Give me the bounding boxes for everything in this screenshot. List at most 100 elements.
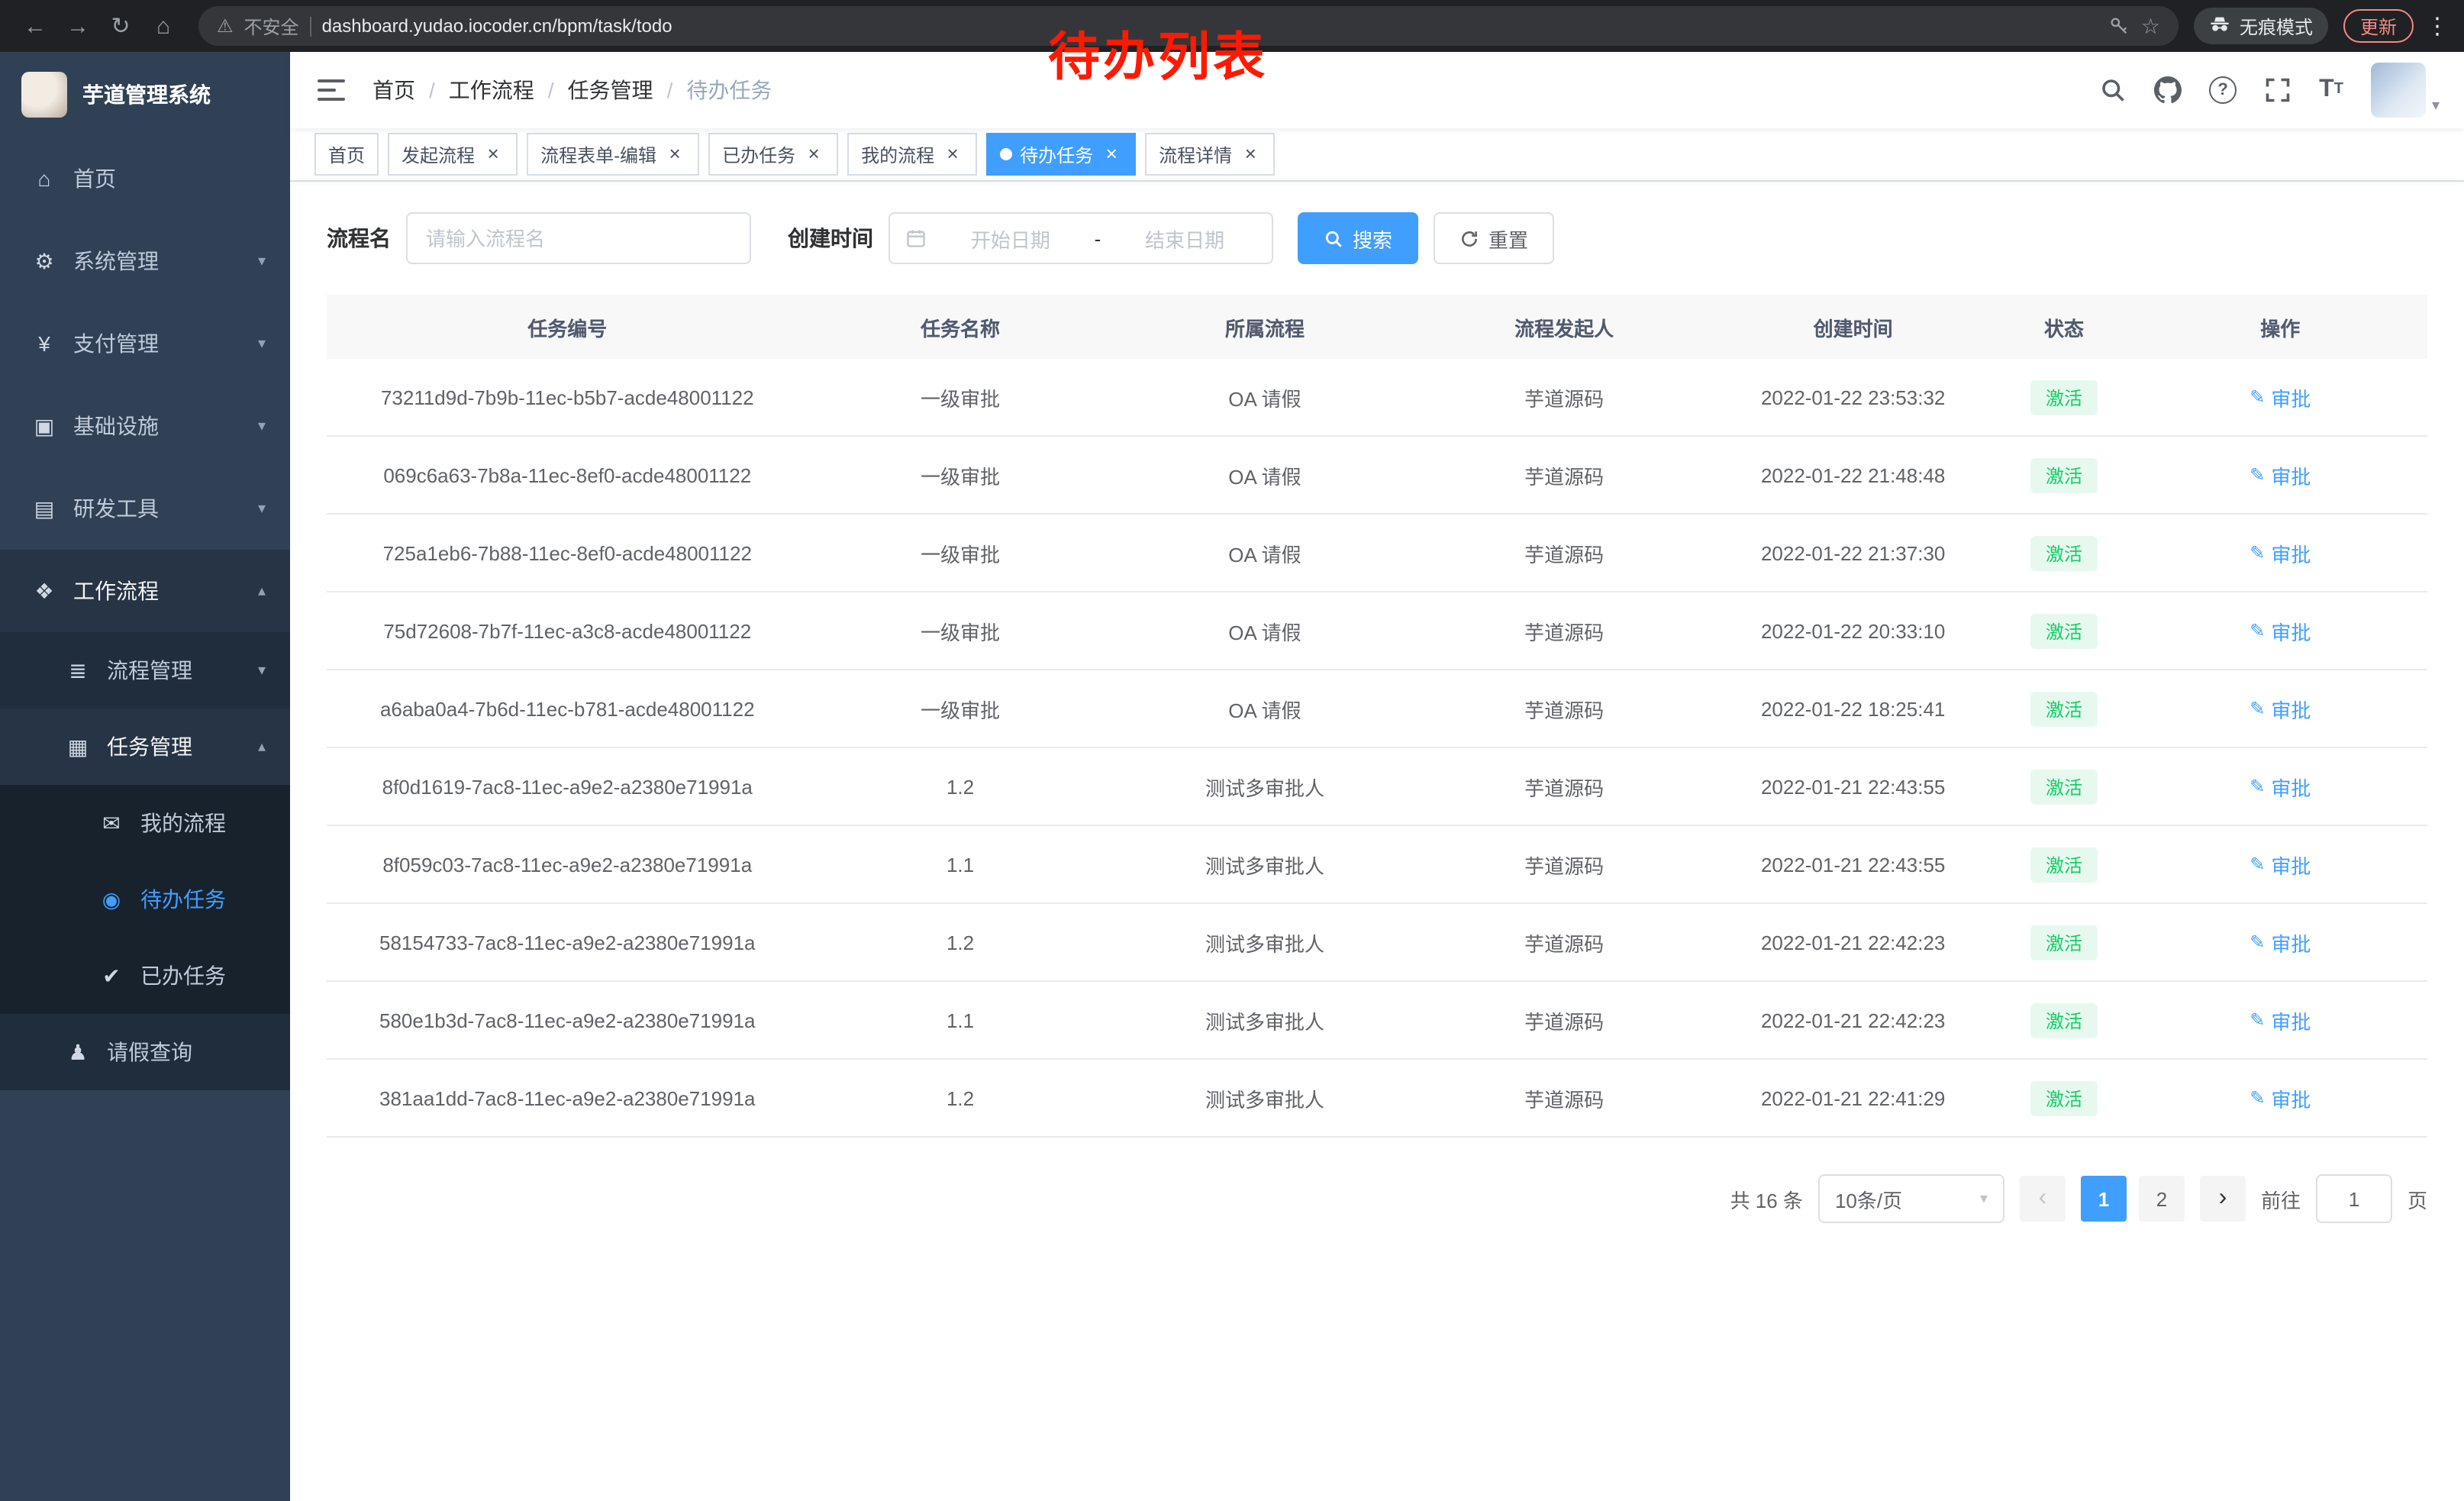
- browser-menu-icon[interactable]: ⋮: [2426, 12, 2449, 40]
- search-button[interactable]: 搜索: [1298, 212, 1418, 264]
- cell-name: 一级审批: [808, 359, 1113, 436]
- edit-icon: ✎: [2250, 698, 2265, 719]
- close-icon[interactable]: ×: [1101, 144, 1122, 165]
- sidebar-item-label: 已办任务: [140, 960, 226, 991]
- approve-link[interactable]: ✎审批: [2250, 850, 2311, 879]
- edit-icon: ✎: [2250, 776, 2265, 797]
- breadcrumb-separator: /: [667, 78, 673, 102]
- cell-time: 2022-01-22 21:37:30: [1711, 514, 1995, 592]
- approve-link[interactable]: ✎审批: [2250, 772, 2311, 801]
- hamburger-icon[interactable]: [314, 73, 348, 107]
- view-tab[interactable]: 流程详情×: [1145, 133, 1275, 176]
- back-icon[interactable]: ←: [15, 6, 55, 46]
- next-page-button[interactable]: ›: [2200, 1176, 2246, 1222]
- sidebar-item-system[interactable]: ⚙系统管理▾: [0, 220, 290, 302]
- home-icon[interactable]: ⌂: [144, 6, 183, 46]
- avatar-image: [2371, 63, 2426, 118]
- edit-icon: ✎: [2250, 386, 2265, 408]
- tags-view: 首页发起流程×流程表单-编辑×已办任务×我的流程×待办任务×流程详情×: [290, 128, 2464, 182]
- bookmark-star-icon[interactable]: ☆: [2141, 13, 2160, 39]
- close-icon[interactable]: ×: [942, 144, 963, 165]
- cell-name: 1.2: [808, 903, 1113, 981]
- approve-link[interactable]: ✎审批: [2250, 694, 2311, 723]
- approve-link[interactable]: ✎审批: [2250, 616, 2311, 645]
- cell-starter: 芋道源码: [1417, 359, 1711, 436]
- page-content: 流程名 创建时间 开始日期 - 结束日期 搜索: [290, 182, 2464, 1501]
- github-icon[interactable]: [2154, 76, 2182, 104]
- status-badge: 激活: [2030, 379, 2098, 415]
- table-row: 725a1eb6-7b88-11ec-8ef0-acde48001122一级审批…: [327, 514, 2427, 592]
- approve-link[interactable]: ✎审批: [2250, 383, 2311, 412]
- app-logo[interactable]: 芋道管理系统: [0, 52, 290, 137]
- cell-status: 激活: [1995, 436, 2133, 514]
- breadcrumb-item: 待办任务: [686, 75, 772, 105]
- sidebar-item-process-manage[interactable]: ≣流程管理▾: [0, 632, 290, 709]
- approve-link[interactable]: ✎审批: [2250, 1083, 2311, 1112]
- page-size-select[interactable]: 10条/页 ▾: [1818, 1174, 2004, 1223]
- view-tab[interactable]: 我的流程×: [847, 133, 977, 176]
- tab-label: 发起流程: [402, 141, 475, 167]
- close-icon[interactable]: ×: [1240, 144, 1261, 165]
- prev-page-button[interactable]: ‹: [2020, 1176, 2066, 1222]
- sidebar-item-devtools[interactable]: ▤研发工具▾: [0, 467, 290, 550]
- sidebar-item-leave-query[interactable]: ♟请假查询: [0, 1014, 290, 1090]
- date-range-picker[interactable]: 开始日期 - 结束日期: [889, 212, 1273, 264]
- view-tab[interactable]: 流程表单-编辑×: [527, 133, 699, 176]
- reset-button[interactable]: 重置: [1434, 212, 1554, 264]
- cell-time: 2022-01-22 20:33:10: [1711, 592, 1995, 670]
- update-button[interactable]: 更新: [2343, 9, 2414, 43]
- approve-link[interactable]: ✎审批: [2250, 460, 2311, 489]
- cell-starter: 芋道源码: [1417, 747, 1711, 825]
- fullscreen-icon[interactable]: [2264, 76, 2291, 104]
- key-icon[interactable]: [2109, 15, 2130, 37]
- cell-action: ✎审批: [2133, 592, 2427, 670]
- view-tab[interactable]: 发起流程 ×: [388, 133, 518, 176]
- page-number-1[interactable]: 1: [2081, 1176, 2127, 1222]
- table-row: 73211d9d-7b9b-11ec-b5b7-acde48001122一级审批…: [327, 359, 2427, 436]
- close-icon[interactable]: ×: [664, 144, 685, 165]
- date-separator: -: [1095, 227, 1101, 250]
- reload-icon[interactable]: ↻: [101, 6, 140, 46]
- sidebar-item-my-process[interactable]: ✉我的流程: [0, 785, 290, 861]
- breadcrumb-item[interactable]: 首页: [373, 75, 415, 105]
- process-name-input[interactable]: [406, 212, 751, 264]
- sidebar-item-infrastructure[interactable]: ▣基础设施▾: [0, 385, 290, 467]
- breadcrumb-item[interactable]: 任务管理: [568, 75, 653, 105]
- cell-name: 1.2: [808, 1059, 1113, 1137]
- view-tab[interactable]: 首页: [314, 133, 379, 176]
- chevron-down-icon: ▾: [258, 418, 290, 434]
- approve-link[interactable]: ✎审批: [2250, 1006, 2311, 1035]
- sidebar-item-payment[interactable]: ¥支付管理▾: [0, 302, 290, 385]
- approve-link[interactable]: ✎审批: [2250, 538, 2311, 567]
- filter-bar: 流程名 创建时间 开始日期 - 结束日期 搜索: [327, 212, 2427, 264]
- forward-icon[interactable]: →: [58, 6, 98, 46]
- close-icon[interactable]: ×: [803, 144, 824, 165]
- app-title: 芋道管理系统: [82, 79, 211, 110]
- cell-id: 75d72608-7b7f-11ec-a3c8-acde48001122: [327, 592, 808, 670]
- sidebar-item-todo-task[interactable]: ◉待办任务: [0, 861, 290, 938]
- yen-icon: ¥: [31, 331, 58, 356]
- sidebar-item-done-task[interactable]: ✔已办任务: [0, 938, 290, 1014]
- goto-page-input[interactable]: [2316, 1174, 2392, 1223]
- status-badge: 激活: [2030, 691, 2098, 726]
- user-avatar[interactable]: ▾: [2371, 63, 2440, 118]
- close-icon[interactable]: ×: [482, 144, 504, 165]
- sidebar-item-workflow[interactable]: ❖工作流程▴: [0, 550, 290, 632]
- font-size-icon[interactable]: TT: [2319, 78, 2343, 102]
- help-icon[interactable]: ?: [2209, 76, 2237, 104]
- approve-link[interactable]: ✎审批: [2250, 928, 2311, 957]
- cell-name: 1.2: [808, 747, 1113, 825]
- pagination: 共 16 条 10条/页 ▾ ‹ 12 › 前往 页: [327, 1174, 2427, 1223]
- sidebar-item-task-manage[interactable]: ▦任务管理▴: [0, 709, 290, 785]
- view-tab[interactable]: 待办任务×: [986, 133, 1136, 176]
- page-number-2[interactable]: 2: [2139, 1176, 2185, 1222]
- breadcrumb-item[interactable]: 工作流程: [449, 75, 534, 105]
- sidebar-item-home[interactable]: ⌂首页: [0, 137, 290, 220]
- cell-action: ✎审批: [2133, 903, 2427, 981]
- cell-time: 2022-01-21 22:42:23: [1711, 903, 1995, 981]
- view-tab[interactable]: 已办任务×: [708, 133, 838, 176]
- cell-action: ✎审批: [2133, 359, 2427, 436]
- chevron-down-icon: ▾: [258, 662, 290, 679]
- sidebar-item-label: 支付管理: [73, 328, 159, 359]
- search-icon[interactable]: [2099, 76, 2127, 104]
